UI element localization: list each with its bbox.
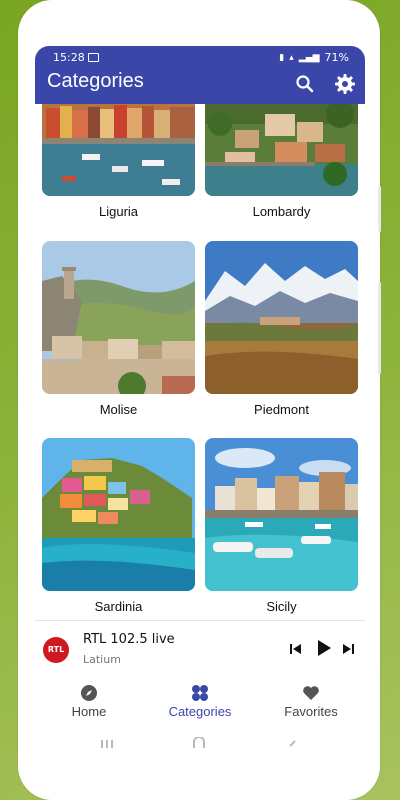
settings-gear-icon[interactable] bbox=[333, 72, 357, 96]
category-label: Piedmont bbox=[254, 402, 309, 417]
alarm-icon: ▮ bbox=[279, 52, 285, 63]
skip-next-icon[interactable] bbox=[341, 641, 355, 660]
battery-level: 71% bbox=[324, 51, 349, 64]
station-logo: RTL bbox=[43, 637, 69, 663]
nav-favorites[interactable]: Favorites bbox=[261, 684, 361, 719]
station-region: Latium bbox=[83, 653, 121, 666]
category-card-liguria[interactable]: Liguria bbox=[42, 104, 195, 219]
category-card-sardinia[interactable]: Sardinia bbox=[42, 438, 195, 614]
sicily-image bbox=[205, 438, 358, 591]
molise-image bbox=[42, 241, 195, 394]
category-card-sicily[interactable]: Sicily bbox=[205, 438, 358, 614]
category-label: Lombardy bbox=[252, 204, 311, 219]
bottom-navigation: Home Categories Favorites bbox=[35, 680, 365, 726]
status-time: 15:28 bbox=[53, 51, 85, 64]
nav-categories-label: Categories bbox=[168, 704, 232, 719]
home-button-icon[interactable] bbox=[192, 734, 206, 753]
category-label: Molise bbox=[99, 402, 138, 417]
play-icon[interactable] bbox=[315, 639, 333, 661]
category-card-lombardy[interactable]: Lombardy bbox=[205, 104, 358, 219]
skip-previous-icon[interactable] bbox=[289, 641, 303, 660]
back-icon[interactable] bbox=[287, 734, 297, 753]
grid-icon bbox=[192, 685, 208, 701]
category-label: Sardinia bbox=[94, 599, 143, 614]
category-card-molise[interactable]: Molise bbox=[42, 241, 195, 417]
category-label: Sicily bbox=[266, 599, 297, 614]
compass-icon bbox=[81, 685, 97, 701]
nav-home[interactable]: Home bbox=[39, 684, 139, 719]
station-name: RTL 102.5 live bbox=[83, 632, 175, 647]
gallery-notification-icon bbox=[88, 53, 99, 62]
nav-categories[interactable]: Categories bbox=[150, 684, 250, 719]
power-button bbox=[378, 282, 381, 374]
search-icon[interactable] bbox=[293, 72, 317, 96]
page-title: Categories bbox=[47, 70, 144, 92]
category-label: Liguria bbox=[98, 204, 139, 219]
signal-icon: ▂▄▆ bbox=[298, 52, 320, 63]
categories-grid: Liguria Lombardy Molise Piedmont Sardini… bbox=[35, 104, 365, 618]
liguria-image bbox=[42, 104, 195, 196]
status-bar: 15:28 ▮ ▴ ▂▄▆ 71% bbox=[35, 46, 365, 68]
lombardy-image bbox=[205, 104, 358, 196]
recent-apps-icon[interactable] bbox=[100, 734, 114, 753]
nav-home-label: Home bbox=[71, 704, 107, 719]
app-bar: Categories bbox=[35, 68, 365, 104]
piedmont-image bbox=[205, 241, 358, 394]
nav-favorites-label: Favorites bbox=[284, 704, 338, 719]
category-card-piedmont[interactable]: Piedmont bbox=[205, 241, 358, 417]
volume-button bbox=[378, 186, 381, 232]
heart-icon bbox=[303, 686, 319, 700]
mini-player[interactable]: RTL RTL 102.5 live Latium bbox=[35, 620, 365, 679]
system-navigation-bar bbox=[35, 730, 365, 750]
sardinia-image bbox=[42, 438, 195, 591]
network-4g-icon: ▴ bbox=[289, 52, 294, 63]
